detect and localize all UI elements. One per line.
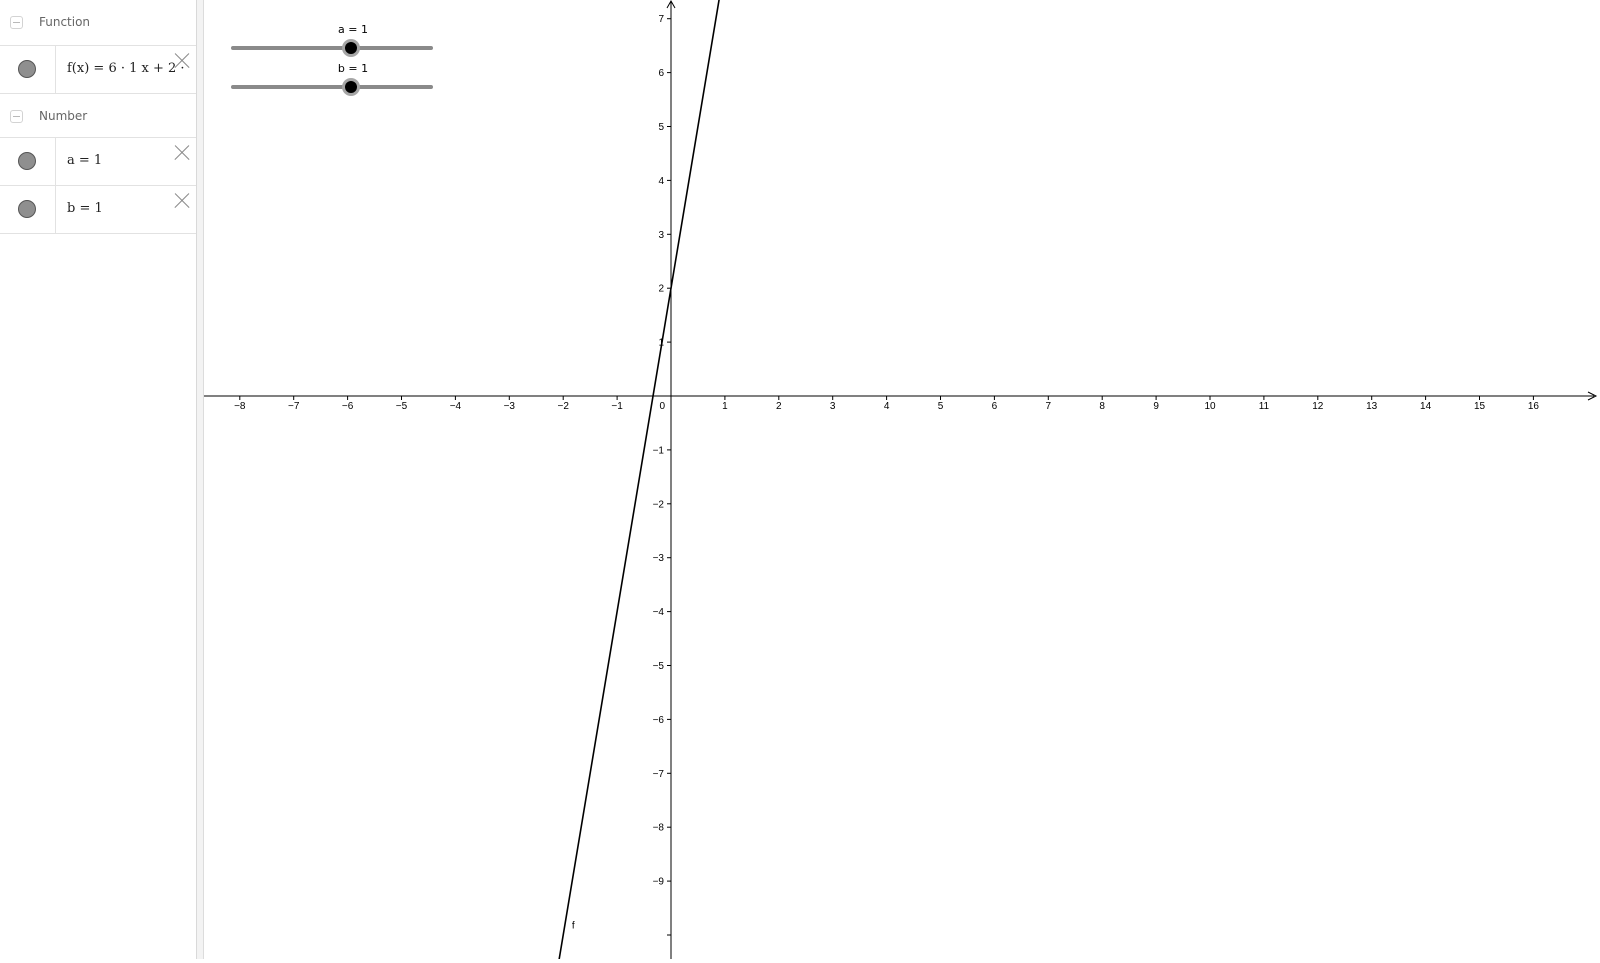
y-tick-label: 2 [658,284,664,295]
x-tick-label: −7 [288,401,300,412]
y-tick-label: −4 [653,607,665,618]
y-tick-label: 3 [658,230,664,241]
y-tick-label: −7 [653,769,665,780]
marble-cell [0,138,56,185]
algebra-item-f[interactable]: f(x) = 6 · 1 x + 2 · 1 [0,46,196,94]
delete-icon[interactable] [173,192,191,210]
collapse-toggle-icon[interactable] [10,16,23,29]
x-tick-label: −3 [504,401,516,412]
function-label: f [572,921,575,932]
algebra-item-a[interactable]: a = 1 [0,138,196,186]
collapse-toggle-icon[interactable] [10,110,23,123]
coordinate-plane[interactable]: −8 −7 −6 −5 −4 −3 −2 −1 1 2 3 4 5 6 7 8 9 10 11 12 13 14 15 167… [204,0,1600,963]
y-tick-label: −3 [653,553,665,564]
x-tick-label: 8 [1099,401,1105,412]
y-tick-label: −2 [653,499,665,510]
y-tick-label: 5 [658,122,664,133]
algebra-item-b[interactable]: b = 1 [0,186,196,234]
category-label: Function [39,15,91,29]
slider-track[interactable] [231,46,433,50]
delete-icon[interactable] [173,52,191,70]
view-splitter[interactable] [197,0,204,959]
y-tick-label: −8 [653,823,665,834]
algebra-view: Function f(x) = 6 · 1 x + 2 · 1 Number a… [0,0,197,959]
x-tick-label: −2 [557,401,569,412]
visibility-marble-icon[interactable] [18,152,36,170]
slider-b[interactable]: b = 1 [231,61,433,95]
x-tick-label: 16 [1528,401,1540,412]
x-tick-label: 13 [1366,401,1378,412]
slider-knob[interactable] [345,42,357,54]
y-tick-label: −5 [653,661,665,672]
marble-cell [0,186,56,233]
y-tick-label: −9 [653,877,665,888]
x-tick-label: 5 [938,401,944,412]
x-tick-label: 15 [1474,401,1486,412]
category-label: Number [39,109,88,123]
x-tick-label: 11 [1259,401,1270,412]
expression-text[interactable]: a = 1 [67,153,185,168]
x-tick-label: 10 [1204,401,1216,412]
slider-caption: a = 1 [338,23,368,36]
function-graph-f [557,0,720,963]
x-tick-label: 7 [1046,401,1052,412]
graphics-view[interactable]: −8 −7 −6 −5 −4 −3 −2 −1 1 2 3 4 5 6 7 8 9 10 11 12 13 14 15 16 7… [204,0,1600,963]
visibility-marble-icon[interactable] [18,200,36,218]
origin-label: 0 [659,401,665,412]
x-tick-label: 3 [830,401,836,412]
delete-icon[interactable] [173,144,191,162]
x-tick-label: 6 [992,401,998,412]
y-tick-label: −6 [653,715,665,726]
x-tick-label: 4 [884,401,890,412]
x-tick-label: −1 [611,401,623,412]
visibility-marble-icon[interactable] [18,60,36,78]
x-tick-label: 14 [1420,401,1432,412]
x-tick-label: −5 [396,401,408,412]
y-tick-label: 7 [658,14,664,25]
x-tick-label: 12 [1312,401,1324,412]
y-tick-label: 4 [658,176,664,187]
x-tick-label: −6 [342,401,354,412]
category-function: Function [0,0,196,46]
slider-caption: b = 1 [337,62,369,75]
y-tick-label: 6 [658,68,664,79]
y-tick-label: −1 [653,445,665,456]
x-tick-label: −8 [234,401,246,412]
x-tick-label: 2 [776,401,782,412]
slider-a[interactable]: a = 1 [231,22,433,56]
slider-track[interactable] [231,85,433,89]
expression-text[interactable]: b = 1 [67,201,185,216]
category-number: Number [0,94,196,138]
x-tick-label: 9 [1153,401,1159,412]
marble-cell [0,46,56,93]
slider-knob[interactable] [345,81,357,93]
x-tick-label: 1 [722,401,728,412]
expression-text[interactable]: f(x) = 6 · 1 x + 2 · 1 [67,61,185,76]
x-tick-label: −4 [450,401,462,412]
